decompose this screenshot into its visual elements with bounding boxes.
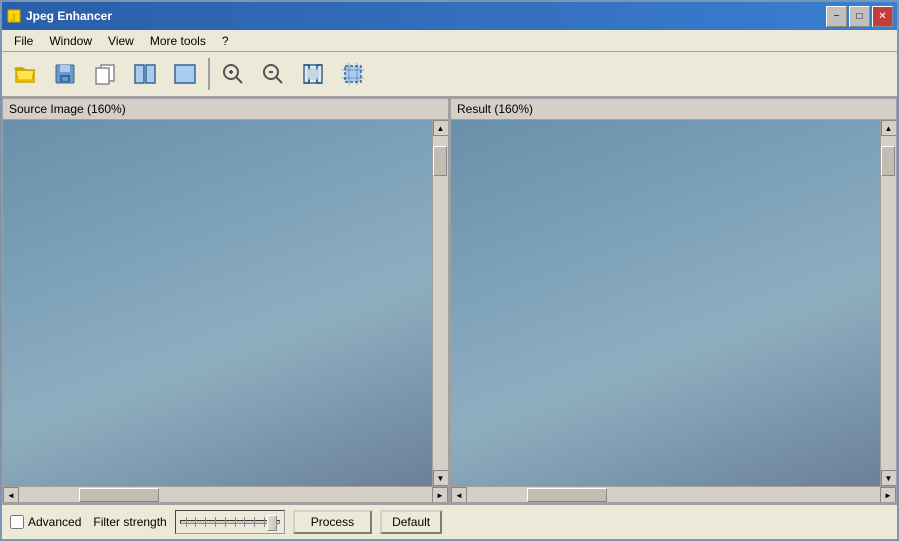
menu-view[interactable]: View xyxy=(100,32,142,50)
menu-file[interactable]: File xyxy=(6,32,41,50)
result-scroll-left[interactable]: ◄ xyxy=(451,487,467,503)
slider-thumb[interactable] xyxy=(267,515,277,531)
source-scroll-track-v[interactable] xyxy=(433,136,448,470)
title-bar-left: J Jpeg Enhancer xyxy=(6,8,112,24)
result-scroll-thumb-v[interactable] xyxy=(881,146,895,176)
toolbar-separator xyxy=(208,58,210,90)
result-scroll-up[interactable]: ▲ xyxy=(881,120,897,136)
result-scroll-thumb-h[interactable] xyxy=(527,488,607,502)
fit-window-button[interactable] xyxy=(294,57,332,91)
result-panel-body: ▲ ▼ xyxy=(451,120,896,486)
slider-tick xyxy=(215,517,216,527)
app-icon: J xyxy=(6,8,22,24)
slider-tick xyxy=(254,517,255,527)
main-content: Source Image (160%) ▲ ▼ ◄ xyxy=(2,98,897,539)
result-scroll-right[interactable]: ► xyxy=(880,487,896,503)
source-panel: Source Image (160%) ▲ ▼ ◄ xyxy=(2,98,449,503)
source-scroll-up[interactable]: ▲ xyxy=(433,120,449,136)
result-scrollbar-vertical[interactable]: ▲ ▼ xyxy=(880,120,896,486)
folder-open-icon xyxy=(13,62,37,86)
single-view-icon xyxy=(173,62,197,86)
crop-button[interactable] xyxy=(334,57,372,91)
result-panel-bottom: ◄ ► xyxy=(451,486,896,502)
process-button[interactable]: Process xyxy=(293,510,372,534)
title-bar-buttons: − □ ✕ xyxy=(826,6,893,27)
result-panel: Result (160%) ▲ ▼ ◄ xyxy=(449,98,897,503)
single-view-button[interactable] xyxy=(166,57,204,91)
result-image-viewport[interactable] xyxy=(451,120,880,486)
menu-window[interactable]: Window xyxy=(41,32,100,50)
advanced-checkbox-container: Advanced xyxy=(10,515,81,529)
menu-more-tools[interactable]: More tools xyxy=(142,32,214,50)
svg-text:J: J xyxy=(10,13,16,24)
slider-tick xyxy=(264,517,265,527)
result-scroll-down[interactable]: ▼ xyxy=(881,470,897,486)
copy-button[interactable] xyxy=(86,57,124,91)
source-image-viewport[interactable] xyxy=(3,120,432,486)
zoom-in-icon xyxy=(221,62,245,86)
slider-tick xyxy=(235,517,236,527)
menu-help[interactable]: ? xyxy=(214,32,237,50)
split-view-icon xyxy=(133,62,157,86)
zoom-in-button[interactable] xyxy=(214,57,252,91)
zoom-out-icon xyxy=(261,62,285,86)
toolbar xyxy=(2,52,897,98)
slider-tick xyxy=(225,517,226,527)
source-scroll-thumb-h[interactable] xyxy=(79,488,159,502)
title-bar: J Jpeg Enhancer − □ ✕ xyxy=(2,2,897,30)
slider-tick xyxy=(186,517,187,527)
source-scroll-left[interactable]: ◄ xyxy=(3,487,19,503)
copy-icon xyxy=(93,62,117,86)
maximize-button[interactable]: □ xyxy=(849,6,870,27)
menu-bar: File Window View More tools ? xyxy=(2,30,897,52)
main-window: J Jpeg Enhancer − □ ✕ File Window View M… xyxy=(0,0,899,541)
filter-strength-label: Filter strength xyxy=(93,515,166,529)
source-scroll-thumb-v[interactable] xyxy=(433,146,447,176)
crop-icon xyxy=(341,62,365,86)
fit-window-icon xyxy=(301,62,325,86)
result-panel-title: Result (160%) xyxy=(457,102,533,116)
slider-track[interactable] xyxy=(180,520,280,524)
close-button[interactable]: ✕ xyxy=(872,6,893,27)
split-view-button[interactable] xyxy=(126,57,164,91)
source-scrollbar-vertical[interactable]: ▲ ▼ xyxy=(432,120,448,486)
save-button[interactable] xyxy=(46,57,84,91)
result-panel-header: Result (160%) xyxy=(451,99,896,120)
advanced-checkbox[interactable] xyxy=(10,515,24,529)
source-panel-body: ▲ ▼ xyxy=(3,120,448,486)
source-scroll-track-h[interactable] xyxy=(19,487,432,502)
window-title: Jpeg Enhancer xyxy=(26,9,112,23)
advanced-label[interactable]: Advanced xyxy=(28,515,81,529)
source-scroll-right[interactable]: ► xyxy=(432,487,448,503)
source-panel-title: Source Image (160%) xyxy=(9,102,126,116)
minimize-button[interactable]: − xyxy=(826,6,847,27)
result-scroll-track-v[interactable] xyxy=(881,136,896,470)
default-button[interactable]: Default xyxy=(380,510,442,534)
bottom-bar: Advanced Filter strength Pro xyxy=(2,503,897,539)
result-scroll-track-h[interactable] xyxy=(467,487,880,502)
zoom-out-button[interactable] xyxy=(254,57,292,91)
slider-tick xyxy=(195,517,196,527)
source-panel-bottom: ◄ ► xyxy=(3,486,448,502)
slider-tick xyxy=(205,517,206,527)
slider-tick xyxy=(244,517,245,527)
save-icon xyxy=(53,62,77,86)
open-button[interactable] xyxy=(6,57,44,91)
source-panel-header: Source Image (160%) xyxy=(3,99,448,120)
source-scroll-down[interactable]: ▼ xyxy=(433,470,449,486)
filter-strength-slider[interactable] xyxy=(175,510,285,534)
panels-container: Source Image (160%) ▲ ▼ ◄ xyxy=(2,98,897,503)
